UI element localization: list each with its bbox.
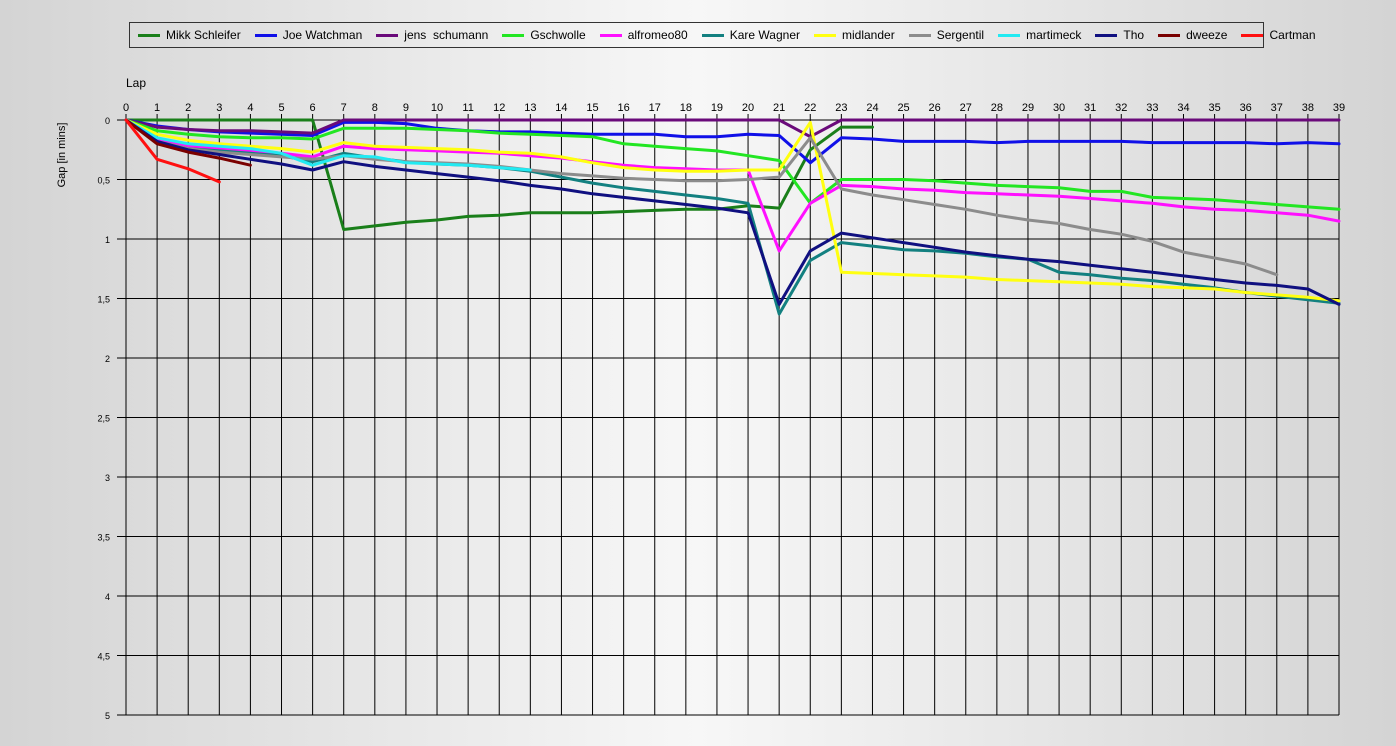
x-tick-label: 18	[680, 102, 692, 114]
x-tick-label: 5	[278, 102, 284, 114]
x-tick-label: 36	[1240, 102, 1252, 114]
x-tick-label: 21	[773, 102, 785, 114]
x-tick-label: 16	[618, 102, 630, 114]
x-tick-label: 25	[897, 102, 909, 114]
x-tick-label: 2	[185, 102, 191, 114]
series-line-9	[124, 118, 1341, 306]
x-tick-label: 9	[403, 102, 409, 114]
y-tick-label: 4	[105, 592, 110, 602]
chart-area: Mikk Schleifer Joe Watchman jens schumann G…	[0, 0, 1396, 746]
x-tick-label: 11	[462, 102, 473, 114]
x-axis-label: Lap	[126, 76, 146, 90]
x-tick-label: 31	[1084, 102, 1096, 114]
y-tick-label: 3	[105, 473, 110, 483]
y-tick-label: 0	[105, 116, 110, 126]
x-tick-label: 35	[1208, 102, 1220, 114]
x-tick-label: 17	[649, 102, 661, 114]
x-tick-label: 24	[866, 102, 878, 114]
y-tick-label: 4,5	[97, 652, 110, 662]
plot-svg: 0 1 2 3 4 5 6 7 8 9 10 11 12 13 14 15 16 17 18 19 20 21 22 23 24…	[56, 76, 1345, 721]
x-tick-label: 4	[247, 102, 253, 114]
y-tick-label: 2	[105, 354, 110, 364]
y-axis-label: Gap [in mins]	[56, 123, 68, 188]
x-tick-label: 33	[1146, 102, 1158, 114]
x-tick-label: 23	[835, 102, 847, 114]
y-tick-label: 1	[105, 235, 110, 245]
y-tick-label: 2,5	[97, 414, 110, 424]
x-tick-label: 10	[431, 102, 443, 114]
series-line-5	[124, 118, 1341, 316]
x-tick-label: 34	[1177, 102, 1189, 114]
x-tick-label: 8	[372, 102, 378, 114]
x-tick-label: 15	[586, 102, 598, 114]
y-tick-label: 0,5	[97, 176, 110, 186]
x-tick-label: 30	[1053, 102, 1065, 114]
x-tick-label: 7	[341, 102, 347, 114]
x-tick-label: 29	[1022, 102, 1034, 114]
x-tick-label: 3	[216, 102, 222, 114]
x-tick-label: 1	[154, 102, 160, 114]
x-tick-label: 27	[960, 102, 972, 114]
x-tick-label: 14	[555, 102, 567, 114]
x-tick-label: 32	[1115, 102, 1127, 114]
x-tick-label: 0	[123, 102, 129, 114]
x-tick-label: 6	[310, 102, 316, 114]
x-tick-label: 37	[1271, 102, 1283, 114]
x-tick-label: 12	[493, 102, 505, 114]
x-tick-label: 39	[1333, 102, 1345, 114]
y-tick-label: 5	[105, 711, 110, 721]
y-tick-label: 3,5	[97, 533, 110, 543]
x-tick-label: 22	[804, 102, 816, 114]
x-tick-label: 28	[991, 102, 1003, 114]
x-tick-label: 19	[711, 102, 723, 114]
x-tick-label: 13	[524, 102, 536, 114]
x-tick-label: 26	[929, 102, 941, 114]
x-tick-label: 20	[742, 102, 754, 114]
y-tick-label: 1,5	[97, 295, 110, 305]
x-tick-label: 38	[1302, 102, 1314, 114]
